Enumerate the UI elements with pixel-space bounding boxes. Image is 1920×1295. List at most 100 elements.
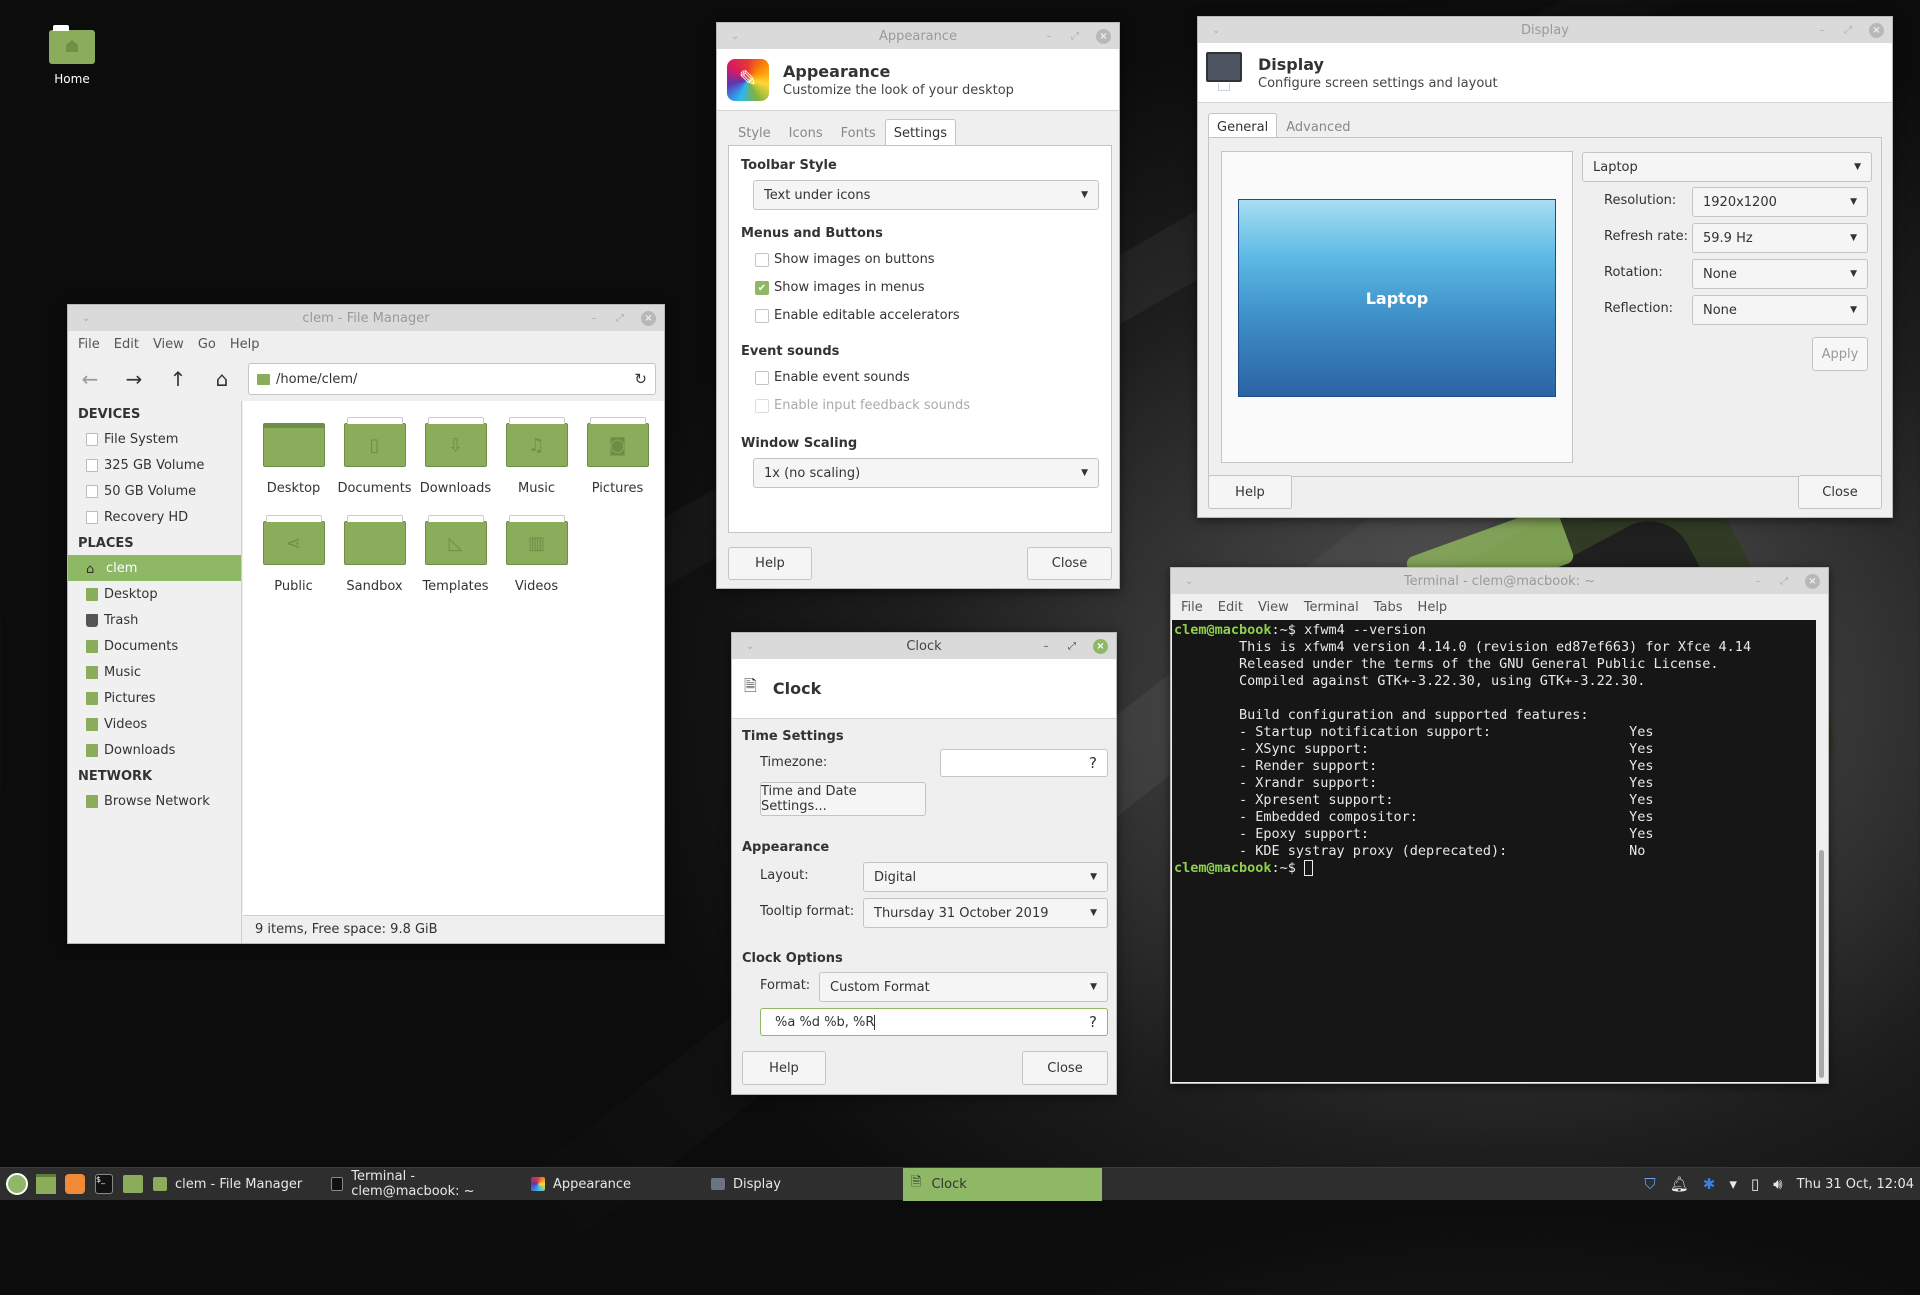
files-icon[interactable] xyxy=(121,1172,145,1196)
tab-settings[interactable]: Settings xyxy=(884,119,957,148)
checkbox-show-images-buttons[interactable]: Show images on buttons xyxy=(755,252,935,267)
reload-icon[interactable]: ↻ xyxy=(634,370,647,388)
task-file-manager[interactable]: clem - File Manager xyxy=(145,1168,323,1201)
menu-file[interactable]: File xyxy=(1181,600,1203,615)
sidebar-item-downloads[interactable]: Downloads xyxy=(68,737,241,763)
close-button[interactable]: × xyxy=(641,310,656,326)
close-dialog-button[interactable]: Close xyxy=(1027,547,1112,580)
desktop-icon-home[interactable]: Home xyxy=(40,24,104,86)
reflection-select[interactable]: None ▼ xyxy=(1692,295,1868,325)
close-dialog-button[interactable]: Close xyxy=(1022,1051,1108,1085)
file-item-desktop[interactable]: Desktop xyxy=(253,417,334,515)
tab-icons[interactable]: Icons xyxy=(780,119,832,148)
minimize-button[interactable]: – xyxy=(1041,641,1051,652)
menu-terminal[interactable]: Terminal xyxy=(1304,600,1359,615)
network-wifi-icon[interactable]: ▾ xyxy=(1729,1175,1737,1193)
sidebar-item-file-system[interactable]: File System xyxy=(68,426,241,452)
titlebar[interactable]: ⌄ clem - File Manager – ⤢ × xyxy=(68,305,664,331)
tab-fonts[interactable]: Fonts xyxy=(832,119,885,148)
help-question-icon[interactable]: ? xyxy=(1089,754,1097,772)
file-item-templates[interactable]: ◺ Templates xyxy=(415,515,496,613)
mint-menu-icon[interactable] xyxy=(5,1172,29,1196)
help-question-icon[interactable]: ? xyxy=(1089,1013,1097,1031)
close-button[interactable]: × xyxy=(1869,22,1884,38)
close-button[interactable]: × xyxy=(1096,28,1111,44)
scrollbar-thumb[interactable] xyxy=(1819,850,1824,1078)
maximize-button[interactable]: ⤢ xyxy=(615,313,625,324)
custom-format-input[interactable]: %a %d %b, %R? xyxy=(760,1008,1108,1036)
up-arrow-icon[interactable]: ↑ xyxy=(156,367,200,391)
window-menu-icon[interactable]: ⌄ xyxy=(1212,25,1226,36)
checkbox-box[interactable] xyxy=(755,308,769,323)
terminal-icon[interactable]: $_ xyxy=(92,1172,116,1196)
timezone-input[interactable]: ? xyxy=(940,749,1108,777)
home-icon[interactable]: ⌂ xyxy=(200,367,244,391)
window-menu-icon[interactable]: ⌄ xyxy=(82,313,96,324)
terminal-output[interactable]: clem@macbook:~$ xfwm4 --version This is … xyxy=(1172,620,1816,1082)
sidebar-item-clem[interactable]: ⌂ clem xyxy=(68,555,241,581)
refresh-rate-select[interactable]: 59.9 Hz ▼ xyxy=(1692,223,1868,253)
format-select[interactable]: Custom Format ▼ xyxy=(819,972,1108,1002)
battery-icon[interactable]: ▯ xyxy=(1751,1175,1759,1193)
minimize-button[interactable]: – xyxy=(589,313,599,324)
monitor-preview-laptop[interactable]: Laptop xyxy=(1238,199,1556,397)
file-item-documents[interactable]: ▯ Documents xyxy=(334,417,415,515)
close-button[interactable]: × xyxy=(1093,638,1108,654)
checkbox-box[interactable] xyxy=(755,370,769,385)
shield-update-icon[interactable]: ⛉ xyxy=(1644,1175,1655,1193)
file-item-downloads[interactable]: ⇩ Downloads xyxy=(415,417,496,515)
menu-view[interactable]: View xyxy=(153,337,184,352)
resolution-select[interactable]: 1920x1200 ▼ xyxy=(1692,187,1868,217)
checkbox-editable-accelerators[interactable]: Enable editable accelerators xyxy=(755,308,960,323)
titlebar[interactable]: ⌄ Terminal - clem@macbook: ~ – ⤢ × xyxy=(1171,568,1828,594)
menu-file[interactable]: File xyxy=(78,337,100,352)
help-button[interactable]: Help xyxy=(742,1051,826,1085)
apply-button[interactable]: Apply xyxy=(1812,337,1868,371)
back-arrow-icon[interactable]: ← xyxy=(68,367,112,391)
sidebar-item-50gb[interactable]: 50 GB Volume xyxy=(68,478,241,504)
sidebar-item-desktop[interactable]: Desktop xyxy=(68,581,241,607)
sidebar-item-browse-network[interactable]: Browse Network xyxy=(68,788,241,814)
window-menu-icon[interactable]: ⌄ xyxy=(746,641,760,652)
checkbox-show-images-menus[interactable]: ✔ Show images in menus xyxy=(755,280,925,295)
rotation-select[interactable]: None ▼ xyxy=(1692,259,1868,289)
menu-help[interactable]: Help xyxy=(1418,600,1448,615)
sidebar-item-recovery[interactable]: Recovery HD xyxy=(68,504,241,530)
maximize-button[interactable]: ⤢ xyxy=(1843,25,1853,36)
taskbar-clock[interactable]: Thu 31 Oct, 12:04 xyxy=(1797,1177,1914,1192)
file-item-pictures[interactable]: ◙ Pictures xyxy=(577,417,658,515)
sidebar-item-325gb[interactable]: 325 GB Volume xyxy=(68,452,241,478)
titlebar[interactable]: ⌄ Appearance – ⤢ × xyxy=(717,23,1119,49)
window-scaling-select[interactable]: 1x (no scaling) ▼ xyxy=(753,458,1099,488)
menu-tabs[interactable]: Tabs xyxy=(1374,600,1403,615)
maximize-button[interactable]: ⤢ xyxy=(1779,576,1789,587)
minimize-button[interactable]: – xyxy=(1044,31,1054,42)
sidebar-item-videos[interactable]: Videos xyxy=(68,711,241,737)
titlebar[interactable]: ⌄ Display – ⤢ × xyxy=(1198,17,1892,43)
show-desktop-icon[interactable] xyxy=(34,1172,58,1196)
window-menu-icon[interactable]: ⌄ xyxy=(731,31,745,42)
maximize-button[interactable]: ⤢ xyxy=(1067,641,1077,652)
close-dialog-button[interactable]: Close xyxy=(1798,475,1882,509)
help-button[interactable]: Help xyxy=(1208,475,1292,509)
task-appearance[interactable]: Appearance xyxy=(523,1168,703,1201)
file-item-public[interactable]: ⋖ Public xyxy=(253,515,334,613)
window-menu-icon[interactable]: ⌄ xyxy=(1185,576,1199,587)
forward-arrow-icon[interactable]: → xyxy=(112,367,156,391)
sidebar-item-trash[interactable]: Trash xyxy=(68,607,241,633)
checkmark-icon[interactable]: ✔ xyxy=(755,280,769,295)
bluetooth-icon[interactable]: ✱ xyxy=(1703,1175,1716,1193)
location-bar[interactable]: /home/clem/ ↻ xyxy=(248,363,656,395)
file-item-videos[interactable]: ▥ Videos xyxy=(496,515,577,613)
minimize-button[interactable]: – xyxy=(1753,576,1763,587)
menu-help[interactable]: Help xyxy=(230,337,260,352)
checkbox-box[interactable] xyxy=(755,252,769,267)
close-button[interactable]: × xyxy=(1805,573,1820,589)
tab-style[interactable]: Style xyxy=(729,119,780,148)
maximize-button[interactable]: ⤢ xyxy=(1070,31,1080,42)
sidebar-item-music[interactable]: Music xyxy=(68,659,241,685)
help-button[interactable]: Help xyxy=(728,547,812,580)
titlebar[interactable]: ⌄ Clock – ⤢ × xyxy=(732,633,1116,659)
task-terminal[interactable]: Terminal - clem@macbook: ~ xyxy=(323,1168,523,1201)
tooltip-format-select[interactable]: Thursday 31 October 2019 ▼ xyxy=(863,898,1108,928)
